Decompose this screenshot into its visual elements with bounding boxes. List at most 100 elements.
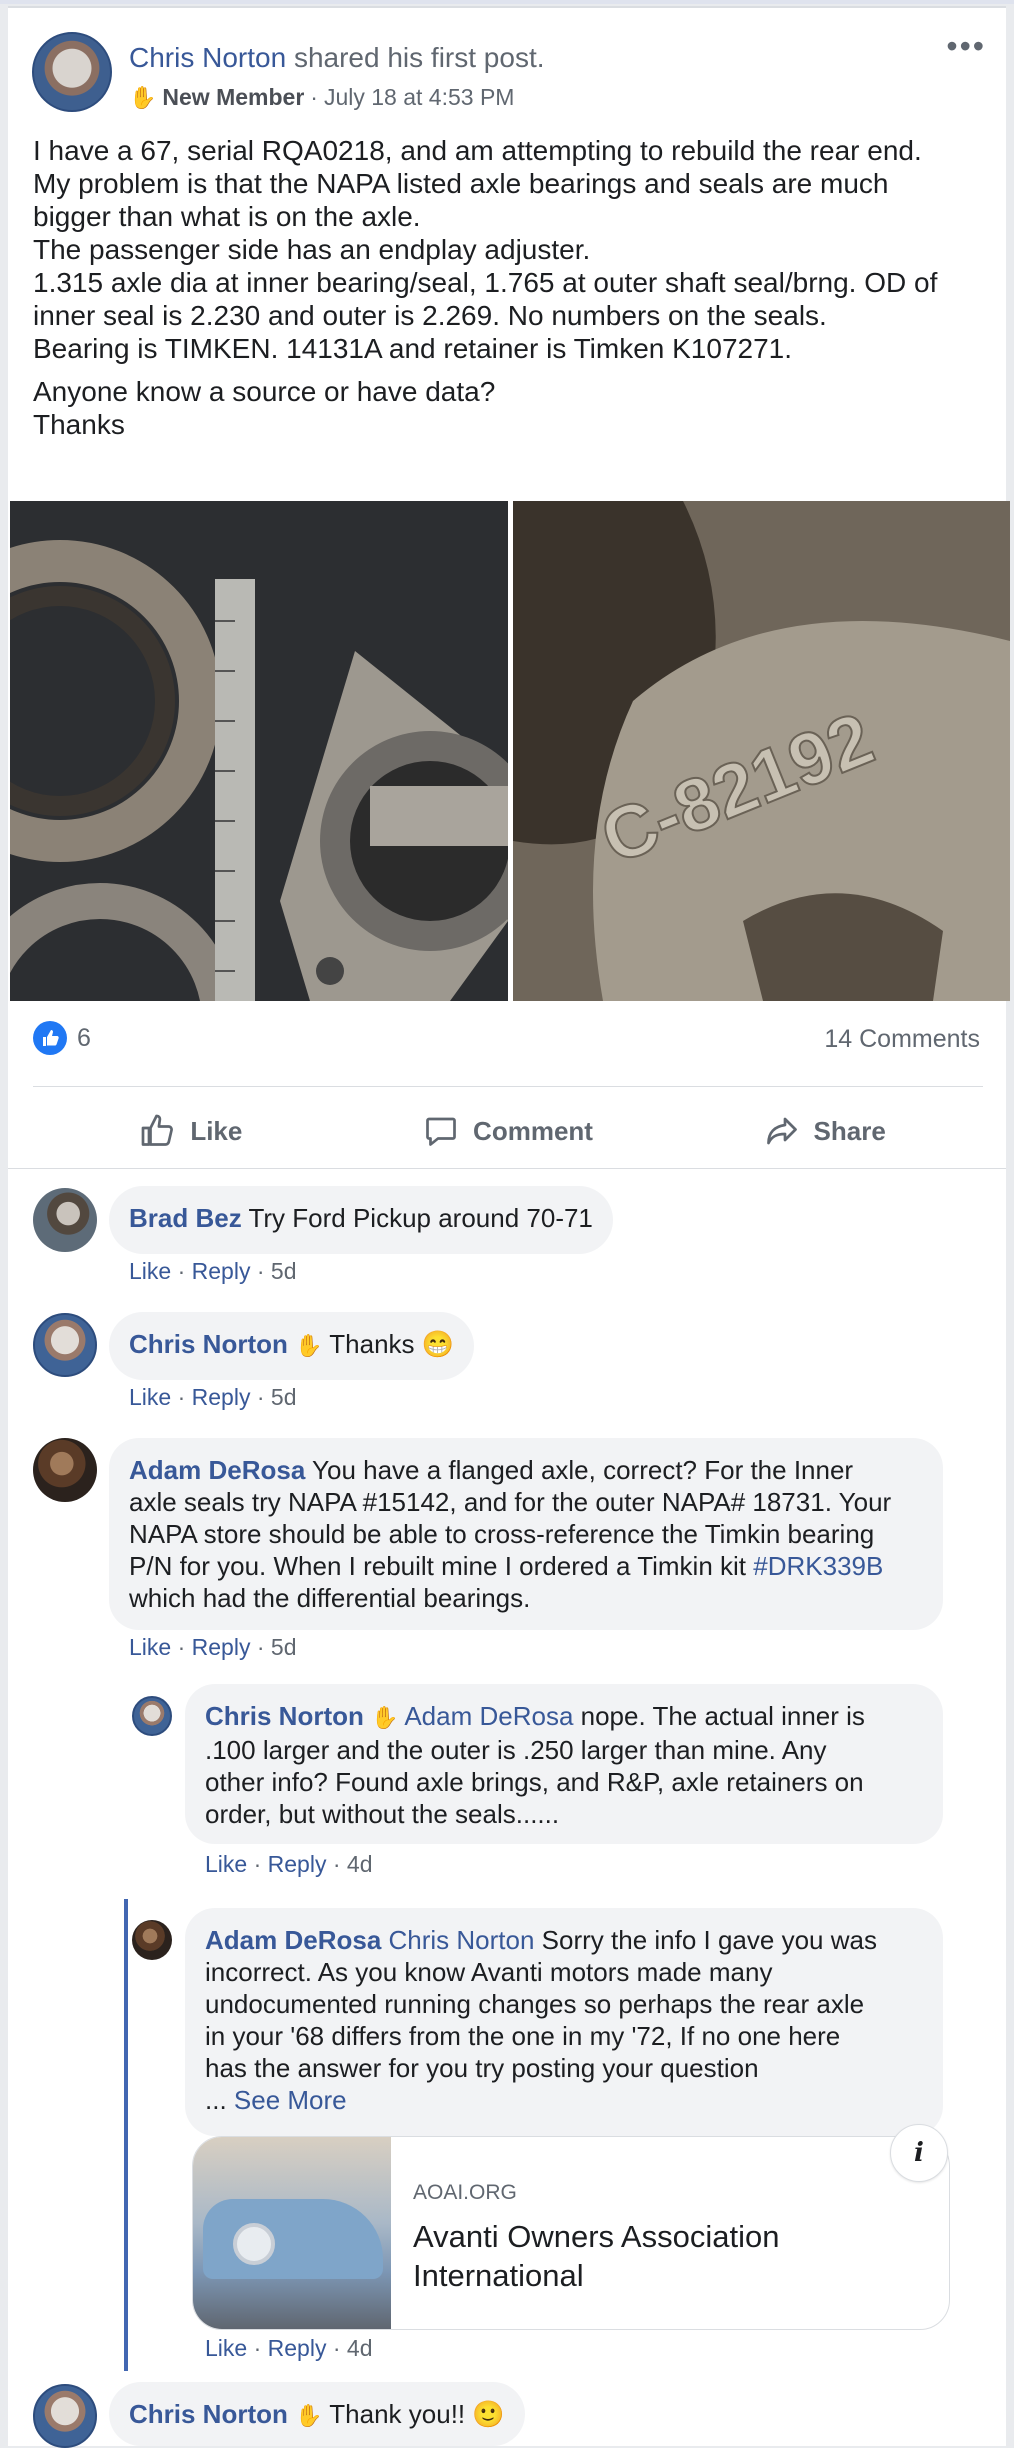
comment-time[interactable]: 4d <box>347 2335 373 2361</box>
comment-like-link[interactable]: Like <box>129 1634 171 1660</box>
comment-like-link[interactable]: Like <box>129 1384 171 1410</box>
comment-line: axle seals try NAPA #15142, and for the … <box>129 1487 892 1517</box>
photo-seals-ruler[interactable] <box>10 501 508 1001</box>
comment-label: Comment <box>473 1115 593 1146</box>
like-reaction-icon <box>33 1021 67 1055</box>
link-title: Avanti Owners Association International <box>413 2219 780 2293</box>
divider <box>33 1086 983 1087</box>
comment-line: which had the differential bearings. <box>129 1583 531 1613</box>
comment-author[interactable]: Adam DeRosa <box>129 1455 305 1485</box>
member-badge: New Member <box>162 84 305 110</box>
headlight-image <box>233 2223 275 2265</box>
comment-time[interactable]: 4d <box>347 1851 373 1877</box>
comment-line: incorrect. As you know Avanti motors mad… <box>205 1957 773 1987</box>
comment-line: undocumented running changes so perhaps … <box>205 1989 865 2019</box>
comment-time[interactable]: 5d <box>271 1384 297 1410</box>
comment-reply-link[interactable]: Reply <box>192 1384 251 1410</box>
share-label: Share <box>813 1115 886 1146</box>
more-options-icon[interactable]: ••• <box>946 30 986 62</box>
reply-bubble: Chris Norton ✋ Adam DeRosa nope. The act… <box>185 1684 943 1844</box>
info-icon[interactable]: i <box>890 2124 948 2182</box>
comment-author[interactable]: Brad Bez <box>129 1203 242 1233</box>
comment-line: NAPA store should be able to cross-refer… <box>129 1519 875 1549</box>
comment-bubble: Brad Bez Try Ford Pickup around 70-71 <box>109 1186 613 1254</box>
comment-line: in your '68 differs from the one in my '… <box>205 2021 841 2051</box>
comment-bubble: Chris Norton ✋ Thanks 😁 <box>109 1312 475 1380</box>
post-line: Bearing is TIMKEN. 14131A and retainer i… <box>33 333 793 364</box>
comment-meta: Like · Reply · 5d <box>129 1258 297 1284</box>
car-image <box>203 2199 383 2279</box>
comments-count[interactable]: 14 Comments <box>824 1025 980 1054</box>
post-time[interactable]: July 18 at 4:53 PM <box>324 84 515 111</box>
comment-time[interactable]: 5d <box>271 1258 297 1284</box>
comment-reply-link[interactable]: Reply <box>192 1634 251 1660</box>
like-label: Like <box>190 1115 243 1146</box>
divider <box>8 1168 1006 1169</box>
comment-author[interactable]: Chris Norton <box>129 2399 288 2429</box>
commenter-avatar[interactable] <box>33 1313 97 1377</box>
action-bar: Like Comment Share <box>33 1088 983 1174</box>
post-subheader: ✋ New Member · July 18 at 4:53 PM <box>129 84 514 111</box>
post-body: I have a 67, serial RQA0218, and am atte… <box>33 134 983 451</box>
comment-text: Try Ford Pickup around 70-71 <box>248 1203 593 1233</box>
comment-author[interactable]: Chris Norton <box>129 1329 288 1359</box>
comment-icon <box>426 1117 456 1146</box>
post-line: I have a 67, serial RQA0218, and am atte… <box>33 135 922 166</box>
reaction-summary[interactable]: 6 <box>33 1021 91 1055</box>
mention-link[interactable]: Adam DeRosa <box>404 1701 573 1731</box>
comment-text: Thank you!! 🙂 <box>329 2399 505 2429</box>
comment-reply-link[interactable]: Reply <box>268 2335 327 2361</box>
comment-text: Thanks 😁 <box>329 1329 455 1359</box>
top-border <box>0 0 1014 4</box>
comment-line: .100 larger and the outer is .250 larger… <box>205 1735 827 1765</box>
share-button[interactable]: Share <box>666 1088 983 1174</box>
commenter-avatar[interactable] <box>33 2384 97 2448</box>
like-button[interactable]: Like <box>33 1088 350 1174</box>
comment-line: You have a flanged axle, correct? For th… <box>305 1455 854 1485</box>
comment-reply-link[interactable]: Reply <box>192 1258 251 1284</box>
commenter-avatar[interactable] <box>33 1438 97 1502</box>
see-more-link[interactable]: See More <box>234 2085 347 2115</box>
comment-meta: Like · Reply · 5d <box>129 1384 297 1410</box>
reply-thread-line <box>124 1899 128 2371</box>
comment-reply-link[interactable]: Reply <box>268 1851 327 1877</box>
post-line: inner seal is 2.230 and outer is 2.269. … <box>33 300 827 331</box>
photo-part-number-image: C-82192 <box>513 501 1010 1001</box>
comment-like-link[interactable]: Like <box>129 1258 171 1284</box>
author-avatar[interactable] <box>32 32 112 112</box>
new-member-icon: ✋ <box>295 1333 323 1358</box>
comment-author[interactable]: Chris Norton <box>205 1701 364 1731</box>
link-domain: AOAI.ORG <box>413 2181 517 2204</box>
comment-line: P/N for you. When I rebuilt mine I order… <box>129 1551 754 1581</box>
reply-bubble: Adam DeRosa Chris Norton Sorry the info … <box>185 1908 943 2136</box>
separator: · <box>310 84 318 110</box>
post-line: 1.315 axle dia at inner bearing/seal, 1.… <box>33 267 938 298</box>
reply-avatar[interactable] <box>132 1920 172 1960</box>
post-line: The passenger side has an endplay adjust… <box>33 234 591 265</box>
thumbs-up-icon <box>141 1114 174 1146</box>
commenter-avatar[interactable] <box>33 1188 97 1252</box>
comment-author[interactable]: Adam DeRosa <box>205 1925 381 1955</box>
post-line: Anyone know a source or have data? <box>33 376 496 407</box>
comment-bubble: Chris Norton ✋ Thank you!! 🙂 <box>109 2382 525 2446</box>
link-preview-card[interactable]: AOAI.ORG Avanti Owners Association Inter… <box>192 2136 950 2330</box>
post-header: Chris Norton shared his first post. <box>129 42 545 74</box>
new-member-icon: ✋ <box>129 84 157 110</box>
mention-link[interactable]: Chris Norton <box>389 1925 535 1955</box>
comment-button[interactable]: Comment <box>350 1088 667 1174</box>
comment-time[interactable]: 5d <box>271 1634 297 1660</box>
comment-line: nope. The actual inner is <box>573 1701 865 1731</box>
see-more-prefix: ... <box>205 2085 234 2115</box>
photo-part-number[interactable]: C-82192 <box>513 501 1010 1001</box>
post-action-text: shared his first post. <box>293 42 545 73</box>
reply-avatar[interactable] <box>132 1696 172 1736</box>
photo-seals-ruler-image <box>10 501 508 1001</box>
new-member-icon: ✋ <box>371 1705 399 1730</box>
hashtag-link[interactable]: #DRK339B <box>753 1551 883 1581</box>
author-name[interactable]: Chris Norton <box>129 42 286 73</box>
comment-like-link[interactable]: Like <box>205 1851 247 1877</box>
comment-like-link[interactable]: Like <box>205 2335 247 2361</box>
comment-meta: Like · Reply · 5d <box>129 1634 297 1660</box>
comment-line: has the answer for you try posting your … <box>205 2053 759 2083</box>
post-line: bigger than what is on the axle. <box>33 201 421 232</box>
